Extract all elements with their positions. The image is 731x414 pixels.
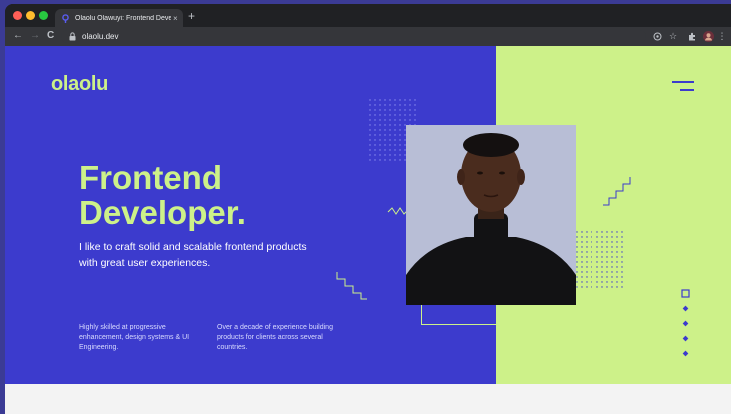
browser-window: Olaolu Olawuyi: Frontend Developer × + ←… xyxy=(5,4,731,46)
profile-avatar[interactable] xyxy=(702,30,714,43)
site-favicon-icon xyxy=(61,13,70,23)
site-logo[interactable]: olaolu xyxy=(51,73,108,96)
menu-line-icon xyxy=(672,81,694,83)
profile-photo xyxy=(406,125,576,305)
browser-tab[interactable]: Olaolu Olawuyi: Frontend Developer × xyxy=(55,9,183,27)
extensions-icon[interactable] xyxy=(686,30,698,43)
maximize-window-button[interactable] xyxy=(39,11,48,20)
feature-text-1: Highly skilled at progressive enhancemen… xyxy=(79,324,190,351)
hero-headline: Frontend Developer. xyxy=(79,160,246,230)
google-lens-icon[interactable] xyxy=(651,30,663,43)
tab-title: Olaolu Olawuyi: Frontend Developer xyxy=(75,14,171,22)
next-section-preview xyxy=(5,384,731,414)
menu-line-icon xyxy=(680,89,694,91)
stairs-decoration xyxy=(336,272,367,300)
back-icon[interactable]: ← xyxy=(13,31,23,41)
portrait-illustration xyxy=(406,125,576,305)
menu-toggle-button[interactable] xyxy=(672,79,696,95)
new-tab-button[interactable]: + xyxy=(188,10,195,22)
url-text: olaolu.dev xyxy=(82,32,119,41)
more-menu-icon[interactable]: ⋮ xyxy=(718,30,727,43)
browser-toolbar: ← → C olaolu.dev ☆ ⋮ xyxy=(5,27,731,46)
stairs-decoration xyxy=(603,177,631,206)
tab-strip: Olaolu Olawuyi: Frontend Developer × + xyxy=(5,4,731,27)
slide-indicators xyxy=(681,289,690,357)
tab-close-icon[interactable]: × xyxy=(173,14,178,23)
close-window-button[interactable] xyxy=(13,11,22,20)
reload-icon[interactable]: C xyxy=(47,31,54,41)
minimize-window-button[interactable] xyxy=(26,11,35,20)
star-icon[interactable]: ☆ xyxy=(667,30,679,43)
forward-icon[interactable]: → xyxy=(30,31,40,41)
address-bar[interactable]: olaolu.dev xyxy=(61,30,646,43)
headline-line-2: Developer. xyxy=(79,194,246,231)
feature-text-2: Over a decade of experience building pro… xyxy=(217,324,333,351)
headline-line-1: Frontend xyxy=(79,159,222,196)
web-page: olaolu Frontend Developer. I like to cra… xyxy=(5,46,731,414)
lock-icon xyxy=(69,32,76,41)
hero-subtitle: I like to craft solid and scalable front… xyxy=(79,241,307,269)
